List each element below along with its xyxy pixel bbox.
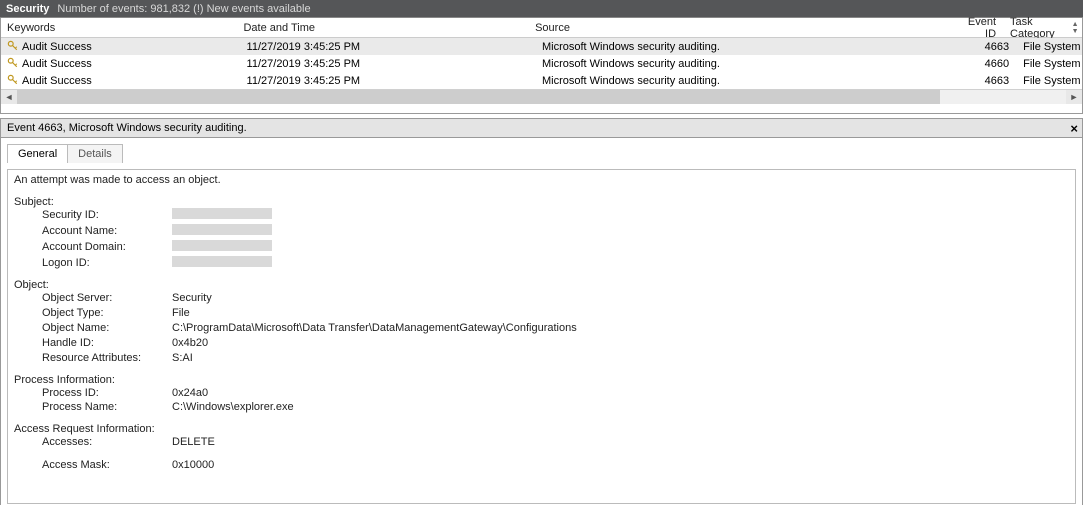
table-row[interactable]: Audit Success 11/27/2019 3:45:25 PMMicros…: [1, 72, 1082, 89]
detail-tabbar: General Details: [0, 138, 1083, 163]
detail-body: An attempt was made to access an object.…: [7, 169, 1076, 504]
event-detail-header: Event 4663, Microsoft Windows security a…: [0, 118, 1083, 138]
event-list-pane: Keywords Date and Time Source Event ID T…: [0, 18, 1083, 114]
section-process-title: Process Information:: [14, 374, 1069, 386]
scroll-left-arrow[interactable]: ◄: [1, 90, 17, 104]
event-rows: Audit Success11/27/2019 3:45:25 PMMicros…: [1, 38, 1082, 89]
column-headers[interactable]: Keywords Date and Time Source Event ID T…: [1, 18, 1082, 38]
label-access-mask: Access Mask:: [42, 458, 172, 473]
label-object-server: Object Server:: [42, 291, 172, 306]
cell-datetime: 11/27/2019 3:45:25 PM: [241, 41, 536, 53]
titlebar-subtitle: Number of events: 981,832 (!) New events…: [57, 3, 310, 15]
table-row[interactable]: Audit Success 11/27/2019 3:45:25 PMMicros…: [1, 38, 1082, 55]
key-icon: [7, 75, 22, 87]
cell-eventid: 4663: [965, 41, 1015, 53]
column-header-keywords[interactable]: Keywords: [1, 22, 237, 34]
cell-eventid: 4663: [965, 75, 1015, 87]
label-object-name: Object Name:: [42, 321, 172, 336]
event-message-headline: An attempt was made to access an object.: [14, 174, 1069, 186]
event-detail-title: Event 4663, Microsoft Windows security a…: [7, 122, 247, 134]
cell-keywords: Audit Success: [22, 75, 92, 87]
horizontal-scrollbar[interactable]: ◄ ►: [1, 89, 1082, 104]
value-handle-id: 0x4b20: [172, 336, 208, 351]
value-account-domain: [172, 240, 272, 256]
column-header-eventid[interactable]: Event ID: [953, 16, 1002, 40]
value-account-name: [172, 224, 272, 240]
label-security-id: Security ID:: [42, 208, 172, 224]
column-header-source[interactable]: Source: [529, 22, 953, 34]
value-process-id: 0x24a0: [172, 386, 208, 401]
section-object-title: Object:: [14, 279, 1069, 291]
vertical-scroll-indicator[interactable]: ▲▼: [1068, 21, 1082, 35]
value-logon-id: [172, 256, 272, 272]
titlebar-section: Security: [6, 3, 49, 15]
value-security-id: [172, 208, 272, 224]
cell-source: Microsoft Windows security auditing.: [536, 75, 965, 87]
tab-general[interactable]: General: [7, 144, 68, 163]
column-header-datetime[interactable]: Date and Time: [237, 22, 529, 34]
cell-datetime: 11/27/2019 3:45:25 PM: [241, 58, 536, 70]
cell-eventid: 4660: [965, 58, 1015, 70]
key-icon: [7, 58, 22, 70]
cell-source: Microsoft Windows security auditing.: [536, 41, 965, 53]
cell-datetime: 11/27/2019 3:45:25 PM: [241, 75, 536, 87]
cell-taskcategory: File System: [1015, 75, 1082, 87]
value-access-mask: 0x10000: [172, 458, 214, 473]
value-process-name: C:\Windows\explorer.exe: [172, 400, 294, 415]
label-account-name: Account Name:: [42, 224, 172, 240]
key-icon: [7, 41, 22, 53]
label-logon-id: Logon ID:: [42, 256, 172, 272]
cell-keywords: Audit Success: [22, 41, 92, 53]
section-access-title: Access Request Information:: [14, 423, 1069, 435]
label-process-name: Process Name:: [42, 400, 172, 415]
close-icon[interactable]: ×: [1070, 121, 1078, 136]
label-account-domain: Account Domain:: [42, 240, 172, 256]
tab-details[interactable]: Details: [67, 144, 123, 163]
cell-keywords: Audit Success: [22, 58, 92, 70]
table-row[interactable]: Audit Success 11/27/2019 3:45:25 PMMicros…: [1, 55, 1082, 72]
value-accesses: DELETE: [172, 435, 215, 450]
value-resource-attributes: S:AI: [172, 351, 193, 366]
label-resource-attributes: Resource Attributes:: [42, 351, 172, 366]
scroll-thumb[interactable]: [17, 90, 940, 104]
cell-taskcategory: File System: [1015, 41, 1082, 53]
scroll-track[interactable]: [17, 90, 1066, 104]
column-header-taskcategory[interactable]: Task Category: [1002, 16, 1068, 40]
value-object-server: Security: [172, 291, 212, 306]
value-object-name: C:\ProgramData\Microsoft\Data Transfer\D…: [172, 321, 577, 336]
value-object-type: File: [172, 306, 190, 321]
scroll-right-arrow[interactable]: ►: [1066, 90, 1082, 104]
label-accesses: Accesses:: [42, 435, 172, 450]
section-subject-title: Subject:: [14, 196, 1069, 208]
cell-source: Microsoft Windows security auditing.: [536, 58, 965, 70]
label-object-type: Object Type:: [42, 306, 172, 321]
cell-taskcategory: File System: [1015, 58, 1082, 70]
window-titlebar: Security Number of events: 981,832 (!) N…: [0, 0, 1083, 18]
detail-body-wrap: An attempt was made to access an object.…: [0, 163, 1083, 505]
label-process-id: Process ID:: [42, 386, 172, 401]
label-handle-id: Handle ID:: [42, 336, 172, 351]
